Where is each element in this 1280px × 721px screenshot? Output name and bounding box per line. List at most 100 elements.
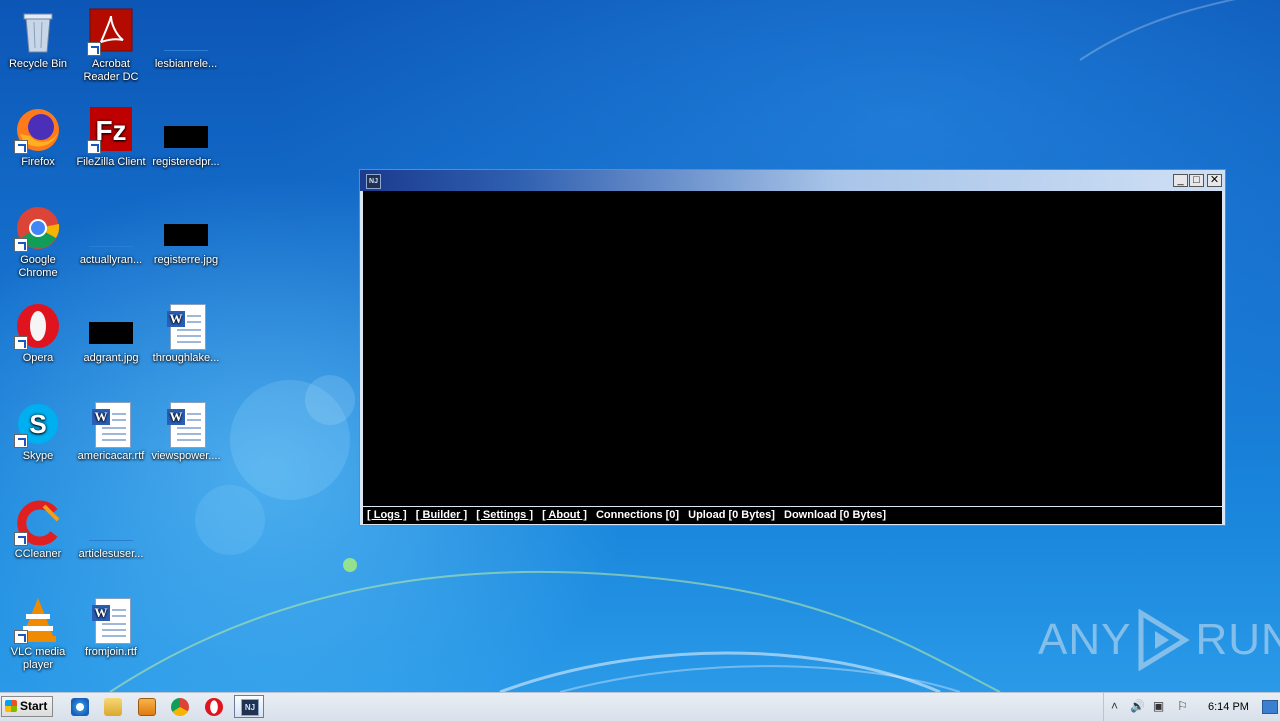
blank-file-icon <box>87 204 135 252</box>
filezilla-icon: Fz <box>87 106 135 154</box>
njrat-taskbar-button[interactable]: NJ <box>234 695 264 718</box>
opera-taskbar-icon[interactable] <box>205 698 223 716</box>
desktop-icon-ccleaner[interactable]: CCleaner <box>0 492 76 582</box>
desktop-icon-registeredpr[interactable]: registeredpr... <box>148 100 224 190</box>
njrat-window[interactable]: NJ _ □ ✕ [ Logs ] [ Builder ] [ Settings… <box>359 169 1226 526</box>
desktop-icon-label: viewspower.... <box>151 450 221 462</box>
firefox-icon <box>14 106 62 154</box>
show-desktop-button[interactable] <box>1262 700 1278 714</box>
desktop-icon-label: adgrant.jpg <box>83 352 139 364</box>
upload-stat: Upload [0 Bytes] <box>688 509 775 521</box>
acrobat-reader-icon <box>87 8 135 56</box>
desktop-icon-label: Acrobat Reader DC <box>83 58 139 83</box>
desktop-icon-chrome[interactable]: Google Chrome <box>0 198 76 288</box>
window-titlebar[interactable]: NJ _ □ ✕ <box>360 170 1225 191</box>
black-image-thumbnail <box>162 204 210 252</box>
network-icon[interactable]: ▣ <box>1152 700 1165 713</box>
chrome-icon <box>14 204 62 252</box>
desktop-icon-label: CCleaner <box>14 548 62 560</box>
desktop: Recycle Bin Firefox Google Chrome Opera … <box>0 0 1280 692</box>
word-document-icon: W <box>87 596 135 644</box>
opera-icon <box>14 302 62 350</box>
connections-count: Connections [0] <box>595 509 680 521</box>
desktop-icon-label: registerre.jpg <box>153 254 219 266</box>
desktop-icon-registerre[interactable]: registerre.jpg <box>148 198 224 288</box>
desktop-icon-label: FileZilla Client <box>76 156 146 168</box>
action-center-flag-icon[interactable]: ⚐ <box>1176 700 1189 713</box>
volume-icon[interactable]: 🔊 <box>1130 700 1145 713</box>
word-document-icon: W <box>87 400 135 448</box>
desktop-icon-viewspower[interactable]: W viewspower.... <box>148 394 224 484</box>
desktop-icon-actuallyran[interactable]: actuallyran... <box>73 198 149 288</box>
close-button[interactable]: ✕ <box>1207 174 1222 187</box>
settings-link[interactable]: [ Settings ] <box>476 509 533 521</box>
desktop-icon-fromjoin[interactable]: W fromjoin.rtf <box>73 590 149 680</box>
desktop-icon-label: Opera <box>22 352 54 364</box>
desktop-icon-label: actuallyran... <box>79 254 143 266</box>
logs-link[interactable]: [ Logs ] <box>367 509 407 521</box>
play-logo-icon <box>1138 609 1191 671</box>
desktop-icon-label: Firefox <box>21 156 55 168</box>
desktop-icon-label: americacar.rtf <box>77 450 145 462</box>
start-button[interactable]: Start <box>1 696 53 717</box>
about-link[interactable]: [ About ] <box>542 509 587 521</box>
desktop-icon-label: Google Chrome <box>18 254 58 279</box>
app-icon: NJ <box>366 174 381 189</box>
recycle-bin-icon <box>14 8 62 56</box>
builder-link[interactable]: [ Builder ] <box>416 509 467 521</box>
njrat-taskbar-icon: NJ <box>241 699 259 716</box>
taskbar-clock[interactable]: 6:14 PM <box>1208 693 1249 721</box>
desktop-icon-label: fromjoin.rtf <box>85 646 137 658</box>
show-hidden-icons-icon[interactable]: ˄ <box>1108 700 1121 713</box>
black-image-thumbnail <box>162 106 210 154</box>
desktop-icon-firefox[interactable]: Firefox <box>0 100 76 190</box>
desktop-icon-label: Skype <box>22 450 54 462</box>
start-label: Start <box>20 699 48 713</box>
blank-file-icon <box>87 498 135 546</box>
chrome-taskbar-icon[interactable] <box>171 698 189 716</box>
main-view-area[interactable] <box>363 191 1222 506</box>
desktop-icon-filezilla[interactable]: Fz FileZilla Client <box>73 100 149 190</box>
desktop-icon-articlesuser[interactable]: articlesuser... <box>73 492 149 582</box>
status-bar: [ Logs ] [ Builder ] [ Settings ] [ Abou… <box>363 507 1222 524</box>
taskbar: Start NJ ˄ 🔊 ▣ ⚐ 6:14 PM <box>0 692 1280 721</box>
windows-logo-icon <box>5 700 17 712</box>
watermark-left: ANY <box>1038 615 1132 664</box>
watermark-right: RUN <box>1195 615 1280 664</box>
shortcut-arrow-icon <box>14 336 28 350</box>
desktop-icon-acrobat[interactable]: Acrobat Reader DC <box>73 2 149 92</box>
shortcut-arrow-icon <box>14 630 28 644</box>
desktop-icon-recycle-bin[interactable]: Recycle Bin <box>0 2 76 92</box>
desktop-icon-americacar[interactable]: W americacar.rtf <box>73 394 149 484</box>
system-tray: ˄ 🔊 ▣ ⚐ <box>1103 693 1280 721</box>
desktop-icon-throughlake[interactable]: W throughlake... <box>148 296 224 386</box>
word-document-icon: W <box>162 302 210 350</box>
file-explorer-icon[interactable] <box>104 698 122 716</box>
word-document-icon: W <box>162 400 210 448</box>
anyrun-watermark: ANY RUN <box>1038 608 1280 672</box>
minimize-button[interactable]: _ <box>1173 174 1188 187</box>
skype-icon: S <box>14 400 62 448</box>
internet-explorer-icon[interactable] <box>71 698 89 716</box>
desktop-icon-label: lesbianrele... <box>154 58 218 70</box>
desktop-icon-skype[interactable]: S Skype <box>0 394 76 484</box>
desktop-icon-vlc[interactable]: VLC media player <box>0 590 76 680</box>
shortcut-arrow-icon <box>14 434 28 448</box>
download-stat: Download [0 Bytes] <box>784 509 887 521</box>
desktop-icon-opera[interactable]: Opera <box>0 296 76 386</box>
shortcut-arrow-icon <box>87 140 101 154</box>
media-player-icon[interactable] <box>138 698 156 716</box>
blank-file-icon <box>162 8 210 56</box>
desktop-icon-adgrant[interactable]: adgrant.jpg <box>73 296 149 386</box>
vlc-icon <box>14 596 62 644</box>
desktop-icon-lesbianrele[interactable]: lesbianrele... <box>148 2 224 92</box>
shortcut-arrow-icon <box>14 140 28 154</box>
ccleaner-icon <box>14 498 62 546</box>
desktop-icon-label: articlesuser... <box>78 548 144 560</box>
maximize-button[interactable]: □ <box>1189 174 1204 187</box>
shortcut-arrow-icon <box>87 42 101 56</box>
desktop-icon-label: VLC media player <box>10 646 66 671</box>
shortcut-arrow-icon <box>14 238 28 252</box>
black-image-thumbnail <box>87 302 135 350</box>
desktop-icon-label: Recycle Bin <box>8 58 68 70</box>
